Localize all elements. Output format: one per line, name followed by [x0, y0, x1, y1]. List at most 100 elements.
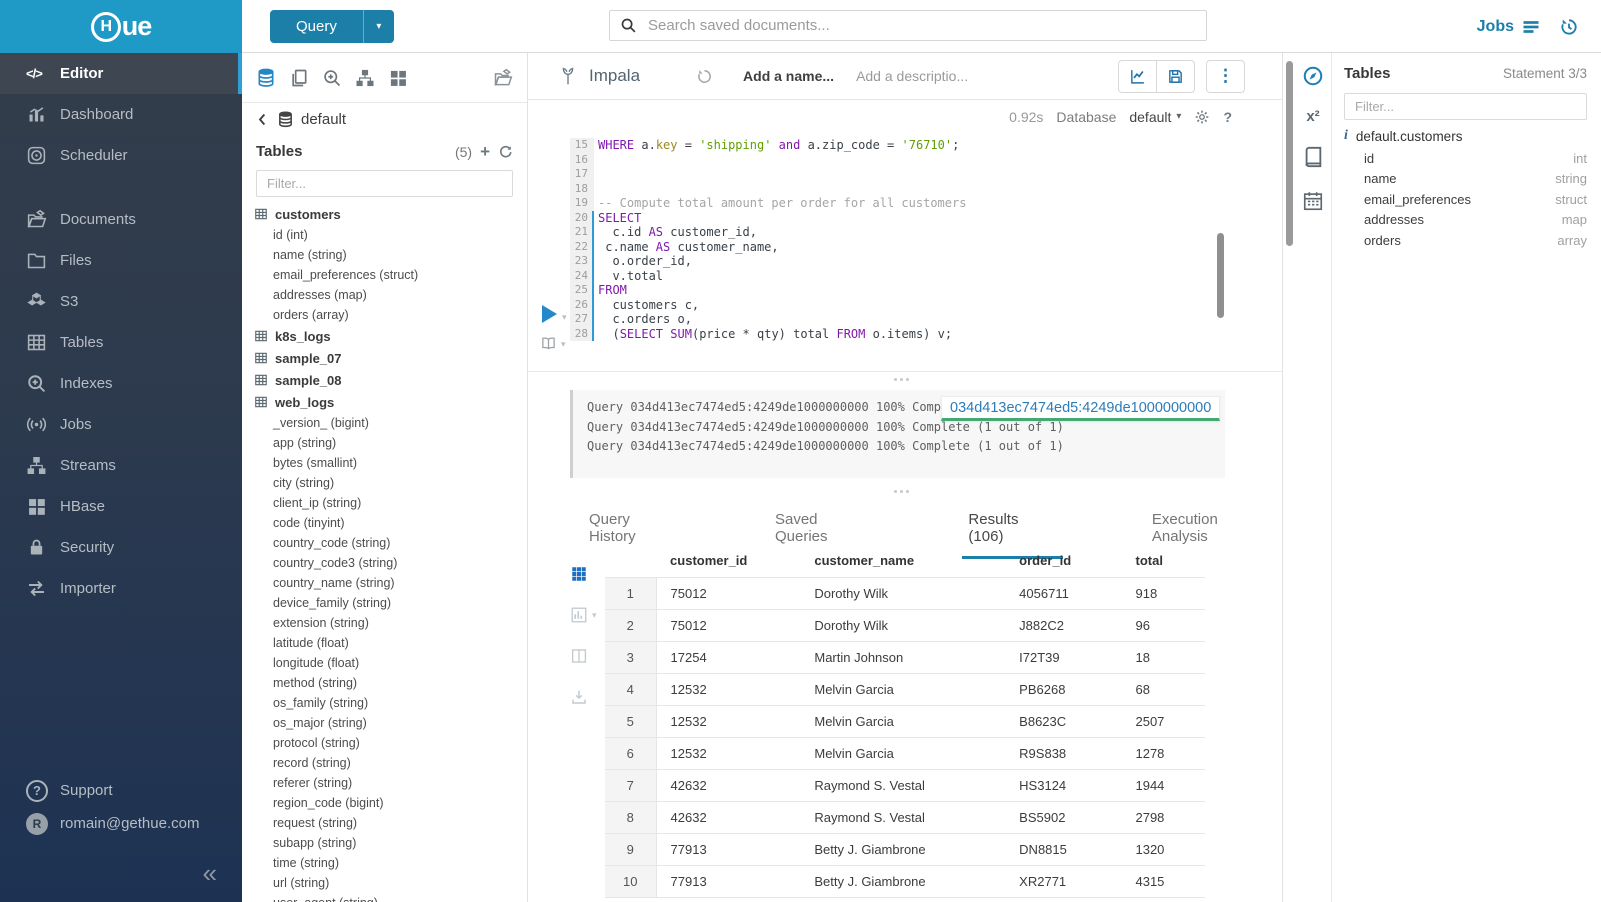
column-item[interactable]: bytes (smallint): [242, 453, 527, 473]
table-row[interactable]: 842632Raymond S. VestalBS59022798: [605, 802, 1205, 834]
sidebar-item-editor[interactable]: </>Editor: [0, 53, 242, 94]
assist-column-item[interactable]: ordersarray: [1344, 230, 1587, 251]
assist-table-item[interactable]: i default.customers: [1344, 124, 1587, 148]
column-item[interactable]: record (string): [242, 753, 527, 773]
explain-icon[interactable]: [540, 336, 557, 351]
collapse-sidebar-icon[interactable]: «: [203, 860, 217, 886]
resize-handle[interactable]: [894, 378, 916, 382]
documents-copy-icon[interactable]: [289, 68, 309, 88]
tables-filter-input[interactable]: [265, 175, 504, 192]
column-item[interactable]: referer (string): [242, 773, 527, 793]
download-icon[interactable]: [570, 688, 588, 706]
caret-down-icon[interactable]: ▾: [592, 610, 597, 621]
tables-filter[interactable]: [256, 170, 513, 197]
documents-folder-icon[interactable]: [493, 68, 513, 88]
column-item[interactable]: name (string): [242, 245, 527, 265]
table-row[interactable]: 175012Dorothy Wilk4056711918: [605, 578, 1205, 610]
search-plus-icon[interactable]: [322, 68, 342, 88]
sidebar-item-security[interactable]: Security: [0, 527, 242, 568]
table-row[interactable]: 612532Melvin GarciaR9S8381278: [605, 738, 1205, 770]
assist-column-item[interactable]: addressesmap: [1344, 210, 1587, 231]
column-item[interactable]: region_code (bigint): [242, 793, 527, 813]
assist-filter[interactable]: [1344, 93, 1587, 120]
breadcrumb-database[interactable]: default: [301, 111, 346, 128]
assist-column-item[interactable]: namestring: [1344, 169, 1587, 190]
apps-grid-icon[interactable]: [388, 68, 408, 88]
query-dropdown-caret[interactable]: ▾: [363, 10, 394, 43]
column-item[interactable]: time (string): [242, 853, 527, 873]
column-item[interactable]: user_agent (string): [242, 893, 527, 902]
sidebar-item-hbase[interactable]: HBase: [0, 486, 242, 527]
editor-history-icon[interactable]: [696, 68, 713, 85]
sidebar-item-indexes[interactable]: Indexes: [0, 363, 242, 404]
refresh-icon[interactable]: [498, 144, 513, 159]
table-row[interactable]: 275012Dorothy WilkJ882C296: [605, 610, 1205, 642]
settings-gear-icon[interactable]: [1194, 109, 1210, 125]
column-item[interactable]: orders (array): [242, 305, 527, 325]
sidebar-item-files[interactable]: Files: [0, 240, 242, 281]
language-reference-icon[interactable]: [1302, 146, 1324, 168]
column-item[interactable]: city (string): [242, 473, 527, 493]
table-item[interactable]: sample_08: [242, 369, 527, 391]
query-button[interactable]: Query ▾: [270, 10, 394, 43]
editor-scrollbar[interactable]: [1217, 233, 1224, 318]
sitemap-icon[interactable]: [355, 68, 375, 88]
sidebar-item-s3[interactable]: S3: [0, 281, 242, 322]
resize-handle[interactable]: [894, 490, 916, 494]
column-item[interactable]: addresses (map): [242, 285, 527, 305]
table-row[interactable]: 412532Melvin GarciaPB626868: [605, 674, 1205, 706]
run-options-caret-icon[interactable]: ▾: [562, 312, 567, 323]
code-editor[interactable]: 15WHERE a.key = 'shipping' and a.zip_cod…: [528, 138, 1282, 388]
column-item[interactable]: subapp (string): [242, 833, 527, 853]
search-input[interactable]: [646, 16, 1196, 35]
column-item[interactable]: _version_ (bigint): [242, 413, 527, 433]
column-header[interactable]: total: [1121, 545, 1205, 578]
column-item[interactable]: extension (string): [242, 613, 527, 633]
schedule-calendar-icon[interactable]: [1302, 190, 1324, 212]
column-item[interactable]: id (int): [242, 225, 527, 245]
assistant-compass-icon[interactable]: [1302, 65, 1324, 87]
add-table-icon[interactable]: +: [480, 143, 490, 160]
column-item[interactable]: app (string): [242, 433, 527, 453]
sidebar-item-documents[interactable]: Documents: [0, 199, 242, 240]
query-name-field[interactable]: Add a name...: [743, 68, 834, 84]
chart-view-icon[interactable]: [570, 606, 588, 624]
column-item[interactable]: method (string): [242, 673, 527, 693]
column-item[interactable]: os_major (string): [242, 713, 527, 733]
table-item[interactable]: web_logs: [242, 391, 527, 413]
assist-column-item[interactable]: idint: [1344, 148, 1587, 169]
table-row[interactable]: 512532Melvin GarciaB8623C2507: [605, 706, 1205, 738]
search-bar[interactable]: [609, 10, 1207, 41]
table-item[interactable]: customers: [242, 203, 527, 225]
column-item[interactable]: latitude (float): [242, 633, 527, 653]
hue-logo[interactable]: Hue: [91, 11, 152, 42]
table-row[interactable]: 742632Raymond S. VestalHS31241944: [605, 770, 1205, 802]
column-item[interactable]: longitude (float): [242, 653, 527, 673]
caret-down-icon[interactable]: ▾: [1176, 111, 1181, 122]
chart-button[interactable]: [1118, 60, 1157, 93]
column-header[interactable]: customer_id: [656, 545, 800, 578]
help-icon[interactable]: ?: [1223, 109, 1232, 125]
explain-options-caret-icon[interactable]: ▾: [561, 339, 566, 350]
databases-icon[interactable]: [256, 68, 276, 88]
column-item[interactable]: code (tinyint): [242, 513, 527, 533]
sidebar-item-user[interactable]: R romain@gethue.com: [0, 807, 242, 840]
sidebar-item-dashboard[interactable]: Dashboard: [0, 94, 242, 135]
query-description-field[interactable]: Add a descriptio...: [856, 68, 968, 84]
table-row[interactable]: 1077913Betty J. GiambroneXR27714315: [605, 866, 1205, 898]
column-item[interactable]: request (string): [242, 813, 527, 833]
columns-view-icon[interactable]: [570, 647, 588, 665]
table-row[interactable]: 977913Betty J. GiambroneDN88151320: [605, 834, 1205, 866]
more-actions-button[interactable]: ⋮: [1206, 60, 1245, 93]
column-item[interactable]: country_code (string): [242, 533, 527, 553]
column-item[interactable]: device_family (string): [242, 593, 527, 613]
functions-icon[interactable]: x²: [1306, 109, 1319, 124]
sidebar-item-tables[interactable]: Tables: [0, 322, 242, 363]
chevron-left-icon[interactable]: [255, 112, 270, 127]
query-history-icon[interactable]: [1559, 17, 1579, 37]
save-button[interactable]: [1156, 60, 1195, 93]
column-item[interactable]: os_family (string): [242, 693, 527, 713]
grid-view-icon[interactable]: [570, 565, 588, 583]
column-header[interactable]: customer_name: [800, 545, 1005, 578]
column-item[interactable]: country_code3 (string): [242, 553, 527, 573]
